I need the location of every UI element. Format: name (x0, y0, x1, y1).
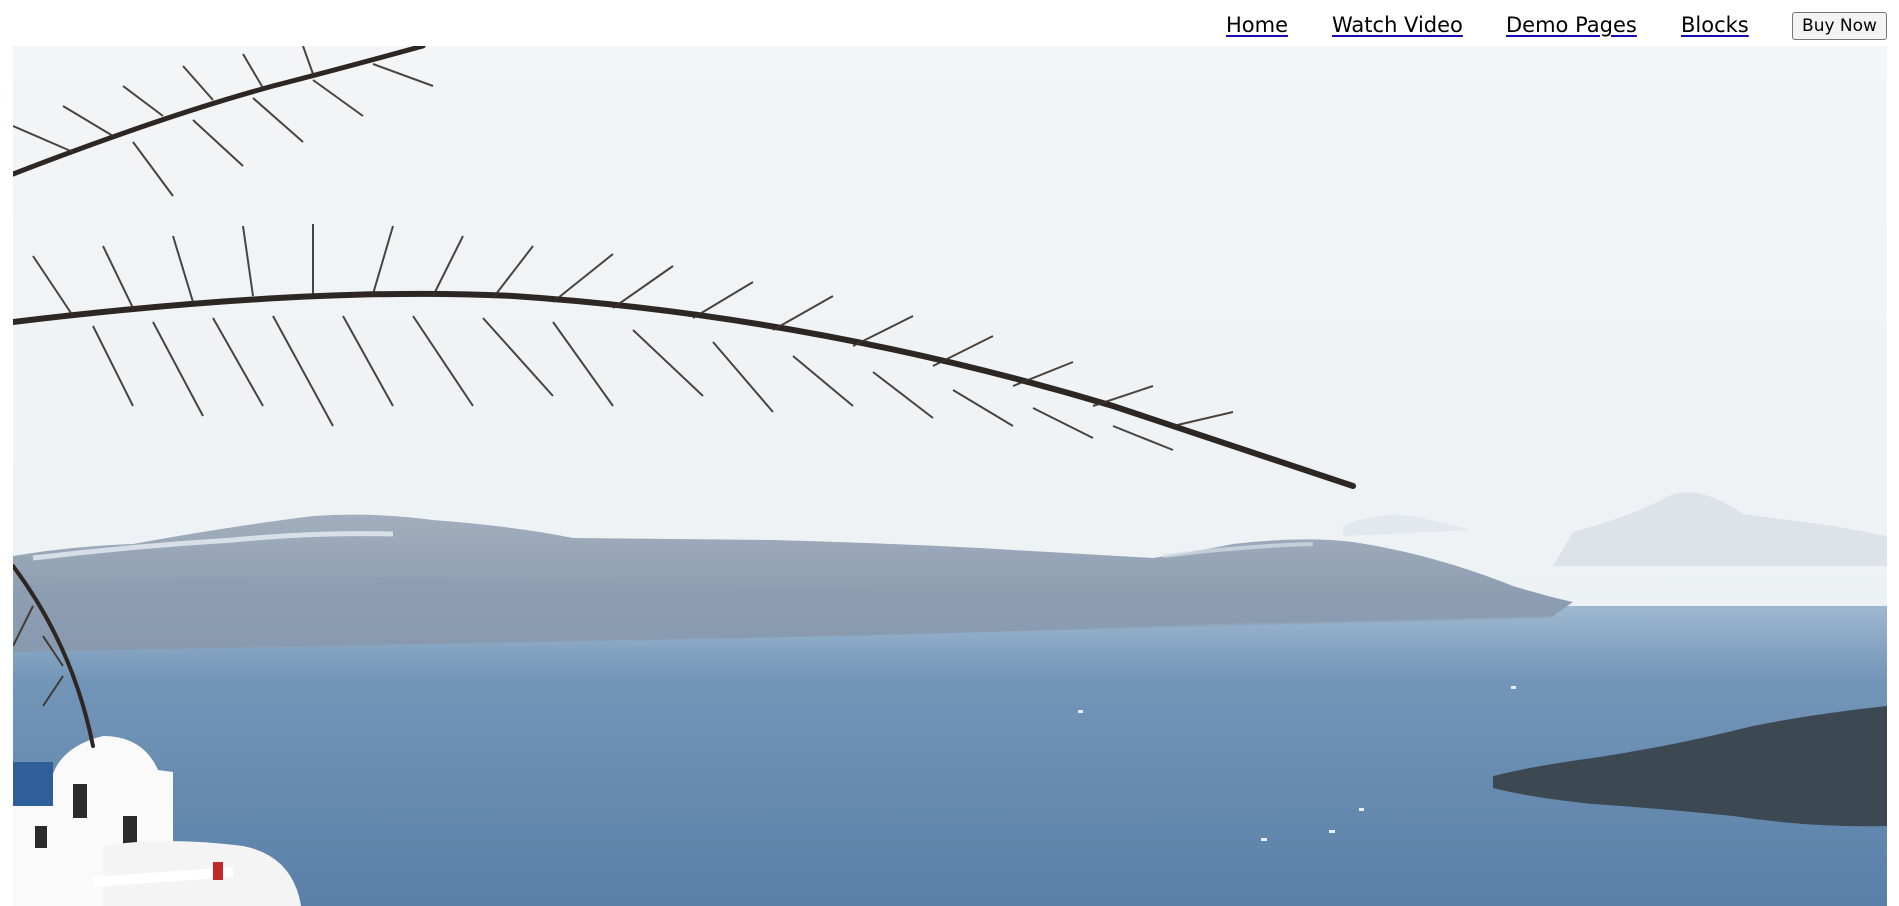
santorini-photo-icon (13, 46, 1887, 906)
nav-link-home[interactable]: Home (1226, 11, 1288, 39)
nav-link-watch-video[interactable]: Watch Video (1332, 11, 1463, 39)
buy-now-button[interactable]: Buy Now (1792, 12, 1887, 40)
nav-link-blocks[interactable]: Blocks (1681, 11, 1749, 39)
top-navigation-bar: Home Watch Video Demo Pages Blocks Buy N… (0, 0, 1899, 46)
main-nav: Home Watch Video Demo Pages Blocks (0, 11, 1899, 41)
hero-image (13, 46, 1887, 906)
nav-link-demo-pages[interactable]: Demo Pages (1506, 11, 1637, 39)
